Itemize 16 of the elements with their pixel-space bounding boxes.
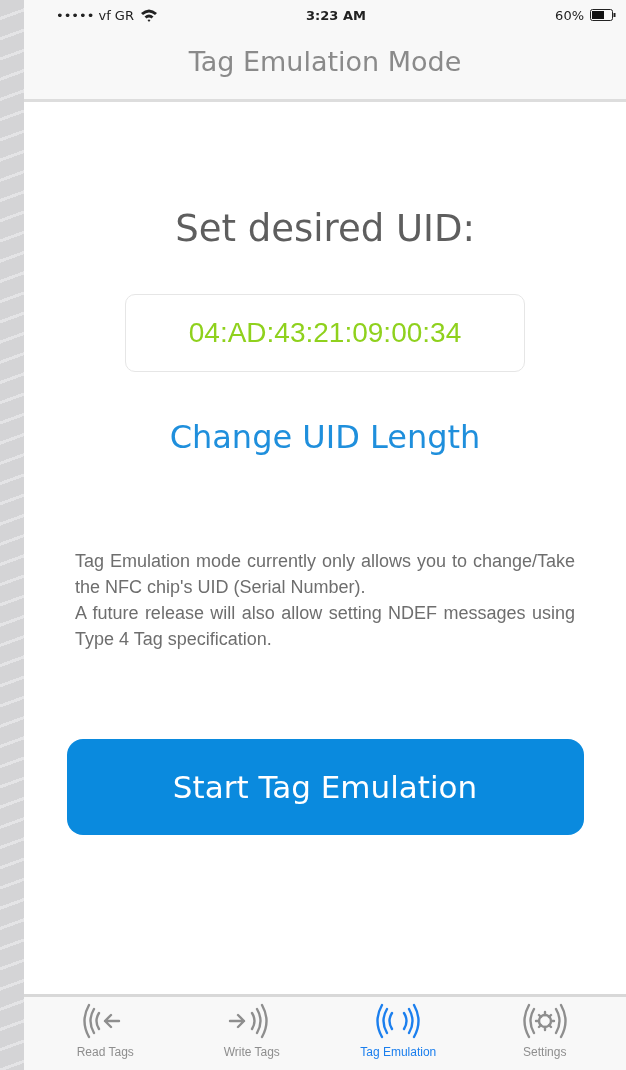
uid-input-field[interactable]: 04:AD:43:21:09:00:34 [125, 294, 525, 372]
tab-item[interactable]: Tag Emulation [333, 997, 464, 1070]
status-time: 3:23 AM [306, 7, 366, 23]
carrier-name: ••••• vf GR [56, 7, 134, 23]
tab-item[interactable]: Settings [479, 997, 610, 1070]
description-text: A future release will also allow setting NDEF messages using Type 4 Tag specification. [75, 602, 575, 651]
start-emulation-button[interactable]: Start Tag Emulation [66, 739, 584, 835]
battery-icon [590, 9, 616, 21]
tab-item[interactable]: Read Tags [40, 997, 171, 1070]
screen-title: Tag Emulation Mode [188, 46, 462, 77]
tab-item[interactable]: Write Tags [186, 997, 317, 1070]
uid-heading: Set desired UID: [175, 207, 475, 250]
battery-percent: 60% [555, 7, 584, 23]
change-length-link[interactable]: Change UID Length [169, 418, 481, 456]
description-text: Tag Emulation mode currently only allows you to change/Take the NFC chip's UID (Serial Number). [75, 550, 575, 599]
wifi-icon [140, 8, 158, 22]
